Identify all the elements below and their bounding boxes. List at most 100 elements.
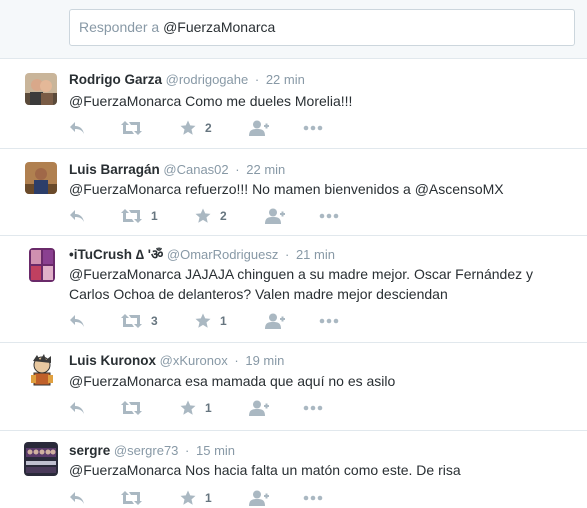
more-icon	[319, 318, 339, 324]
retweet-button[interactable]	[121, 119, 151, 137]
retweet-button[interactable]: 3	[121, 312, 158, 330]
display-name[interactable]: Luis Kuronox	[69, 353, 156, 368]
username[interactable]: @sergre73	[114, 443, 179, 458]
separator: ·	[254, 72, 260, 87]
tweet-text: @FuerzaMonarca Como me dueles Morelia!!!	[69, 91, 569, 111]
retweet-icon	[121, 401, 142, 415]
more-button[interactable]	[303, 399, 323, 417]
retweet-button[interactable]: 1	[121, 207, 158, 225]
mention-link[interactable]: @FuerzaMonarca	[69, 373, 181, 389]
reply-button[interactable]	[69, 207, 85, 225]
more-icon	[303, 495, 323, 501]
tweet-actions: 2	[69, 119, 349, 137]
timestamp[interactable]: 15 min	[196, 443, 235, 458]
reply-icon	[69, 209, 85, 223]
follow-icon	[265, 208, 285, 224]
reply-button[interactable]	[69, 119, 85, 137]
reply-icon	[69, 121, 85, 135]
display-name[interactable]: sergre	[69, 443, 110, 458]
username[interactable]: @Canas02	[163, 162, 228, 177]
more-button[interactable]	[303, 119, 323, 137]
retweet-icon	[121, 491, 142, 505]
tweet-body: esa mamada que aquí no es asilo	[181, 373, 396, 389]
tweet-text: @FuerzaMonarca JAJAJA chinguen a su madr…	[69, 264, 554, 304]
reply-icon	[69, 401, 85, 415]
follow-button[interactable]	[265, 312, 285, 330]
separator: ·	[234, 353, 239, 368]
reply-prefix: Responder a	[79, 19, 160, 35]
tweet-text: @FuerzaMonarca esa mamada que aquí no es…	[69, 371, 569, 391]
more-button[interactable]	[303, 489, 323, 507]
mention-link[interactable]: @FuerzaMonarca	[69, 266, 181, 282]
reply-icon	[69, 314, 85, 328]
reply-area: Responder a @FuerzaMonarca	[0, 0, 587, 59]
tweet[interactable]: Luis Barragán @Canas02 · 22 min @FuerzaM…	[0, 150, 587, 236]
star-icon	[180, 490, 196, 506]
more-button[interactable]	[319, 312, 339, 330]
retweet-button[interactable]	[121, 489, 151, 507]
more-icon	[303, 405, 323, 411]
avatar[interactable]	[25, 73, 57, 105]
mention-link[interactable]: @FuerzaMonarca	[69, 181, 181, 197]
retweet-button[interactable]	[121, 399, 151, 417]
follow-button[interactable]	[249, 489, 269, 507]
display-name[interactable]: •iTuCrush ∆ 'ॐ	[69, 247, 163, 262]
tweet-body: refuerzo!!! No mamen bienvenidos a @Asce…	[181, 181, 504, 197]
favorite-button[interactable]: 1	[195, 312, 227, 330]
favorite-count: 1	[220, 314, 227, 328]
username[interactable]: @OmarRodriguesz	[167, 247, 278, 262]
star-icon	[180, 120, 196, 136]
avatar[interactable]	[24, 442, 58, 476]
follow-button[interactable]	[265, 207, 285, 225]
username[interactable]: @xKuronox	[160, 353, 228, 368]
tweet[interactable]: Luis Kuronox @xKuronox · 19 min @FuerzaM…	[0, 344, 587, 431]
star-icon	[195, 208, 211, 224]
tweet-actions: 3 1	[69, 312, 349, 330]
more-icon	[319, 213, 339, 219]
follow-icon	[249, 120, 269, 136]
star-icon	[180, 400, 196, 416]
favorite-button[interactable]: 2	[195, 207, 227, 225]
follow-icon	[249, 490, 269, 506]
timestamp[interactable]: 22 min	[266, 72, 305, 87]
star-icon	[195, 313, 211, 329]
tweet[interactable]: Rodrigo Garza @rodrigogahe · 22 min @Fue…	[0, 60, 587, 149]
retweet-count: 1	[151, 209, 158, 223]
reply-button[interactable]	[69, 312, 85, 330]
follow-button[interactable]	[249, 119, 269, 137]
timestamp[interactable]: 21 min	[296, 247, 335, 262]
reply-handle: @FuerzaMonarca	[163, 19, 276, 35]
avatar[interactable]	[29, 248, 55, 282]
favorite-button[interactable]: 1	[180, 399, 212, 417]
favorite-count: 1	[205, 491, 212, 505]
tweet[interactable]: •iTuCrush ∆ 'ॐ @OmarRodriguesz · 21 min …	[0, 237, 587, 343]
tweet[interactable]: sergre @sergre73 · 15 min @FuerzaMonarca…	[0, 432, 587, 508]
favorite-button[interactable]: 1	[180, 489, 212, 507]
display-name[interactable]: Luis Barragán	[69, 162, 160, 177]
mention-link[interactable]: @FuerzaMonarca	[69, 93, 181, 109]
more-button[interactable]	[319, 207, 339, 225]
avatar[interactable]	[24, 353, 60, 389]
favorite-button[interactable]: 2	[180, 119, 212, 137]
username[interactable]: @rodrigogahe	[166, 72, 249, 87]
tweet-body: Como me dueles Morelia!!!	[181, 93, 353, 109]
reply-button[interactable]	[69, 399, 85, 417]
favorite-count: 2	[205, 121, 212, 135]
more-icon	[303, 125, 323, 131]
tweet-header: Rodrigo Garza @rodrigogahe · 22 min	[69, 72, 305, 88]
reply-button[interactable]	[69, 489, 85, 507]
tweet-header: Luis Barragán @Canas02 · 22 min	[69, 162, 285, 178]
tweet-actions: 1	[69, 399, 349, 417]
tweet-body: Nos hacia falta un matón como este. De r…	[181, 462, 461, 478]
reply-input[interactable]: Responder a @FuerzaMonarca	[69, 9, 575, 46]
timestamp[interactable]: 22 min	[246, 162, 285, 177]
follow-icon	[249, 400, 269, 416]
avatar[interactable]	[25, 162, 57, 194]
mention-link[interactable]: @FuerzaMonarca	[69, 462, 181, 478]
follow-icon	[265, 313, 285, 329]
separator: ·	[235, 162, 240, 177]
follow-button[interactable]	[249, 399, 269, 417]
reply-icon	[69, 491, 85, 505]
timestamp[interactable]: 19 min	[245, 353, 284, 368]
display-name[interactable]: Rodrigo Garza	[69, 72, 162, 87]
